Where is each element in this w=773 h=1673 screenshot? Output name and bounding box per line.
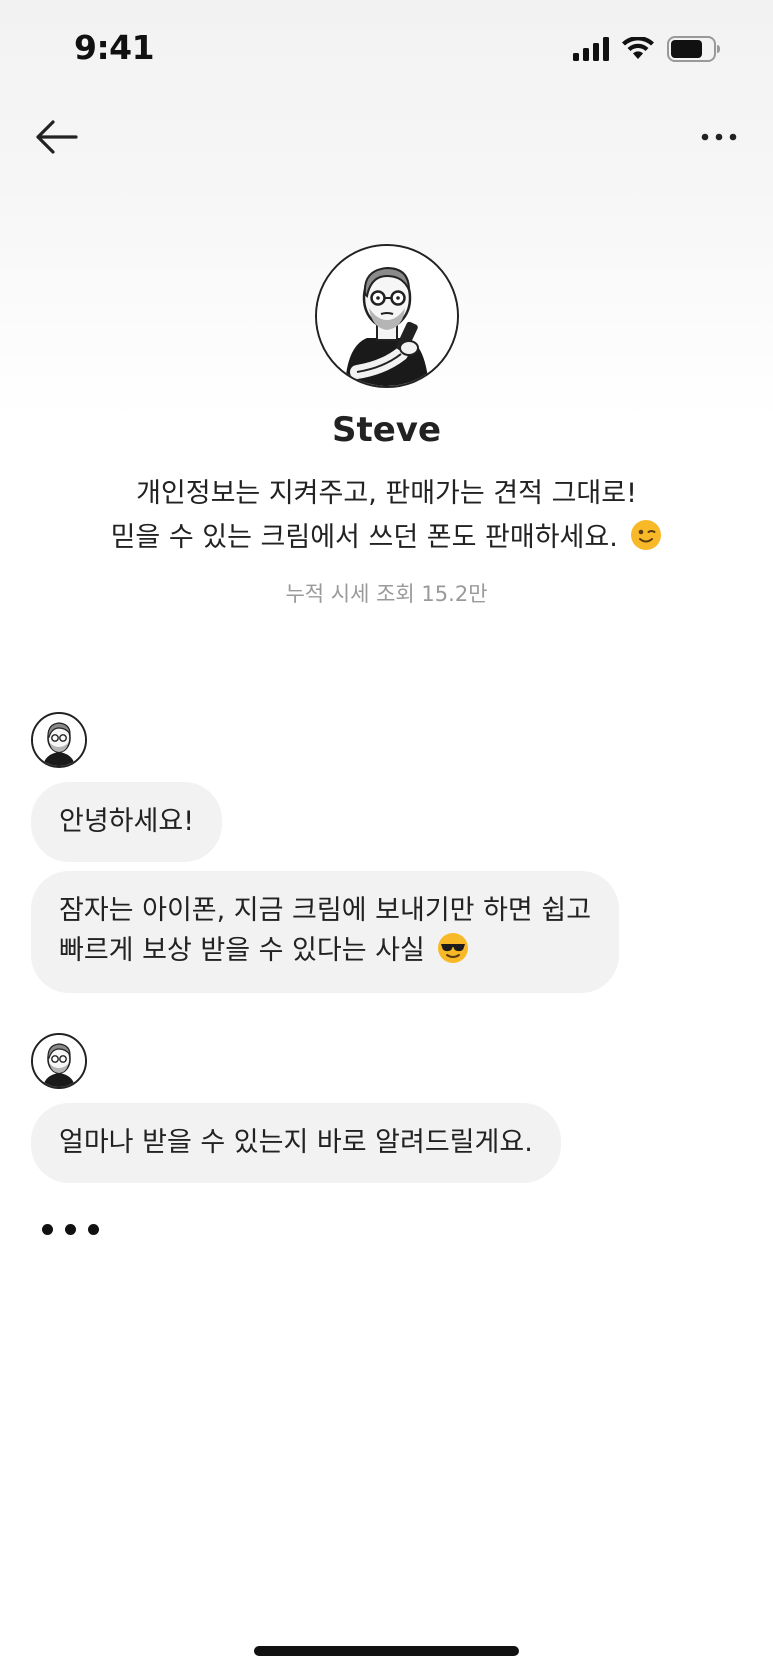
profile-description-line-2-wrap: 믿을 수 있는 크림에서 쓰던 폰도 판매하세요. [0,516,773,560]
message-group: 얼마나 받을 수 있는지 바로 알려드릴게요. [31,1033,741,1183]
message-bubble[interactable]: 잠자는 아이폰, 지금 크림에 보내기만 하면 쉽고 빠르게 보상 받을 수 있… [31,871,620,993]
profile-description: 개인정보는 지켜주고, 판매가는 견적 그대로! 믿을 수 있는 크림에서 쓰던… [0,472,773,560]
back-button[interactable] [30,114,82,160]
steve-avatar-icon [33,714,85,766]
message-row: 잠자는 아이폰, 지금 크림에 보내기만 하면 쉽고 빠르게 보상 받을 수 있… [31,871,741,993]
sunglasses-face-icon [438,933,469,963]
typing-indicator [42,1224,99,1235]
view-count-meta: 누적 시세 조회 15.2만 [285,582,488,606]
profile-description-line-1: 개인정보는 지켜주고, 판매가는 견적 그대로! [136,478,637,509]
wifi-icon [622,37,654,59]
ellipsis-icon [701,133,737,141]
sender-avatar[interactable] [31,1033,87,1089]
message-bubble[interactable]: 얼마나 받을 수 있는지 바로 알려드릴게요. [31,1103,561,1183]
profile-avatar [314,244,459,388]
status-bar: 9:41 [0,0,773,100]
message-row: 얼마나 받을 수 있는지 바로 알려드릴게요. [31,1103,741,1183]
message-line: 빠르게 보상 받을 수 있다는 사실 [59,935,425,966]
profile-section: Steve 개인정보는 지켜주고, 판매가는 견적 그대로! 믿을 수 있는 크… [0,244,773,608]
steve-avatar-illustration [316,246,457,386]
chat-thread: 안녕하세요! 잠자는 아이폰, 지금 크림에 보내기만 하면 쉽고 빠르게 보상… [31,712,741,1183]
battery-icon [667,36,720,62]
sender-avatar[interactable] [31,712,87,768]
message-group: 안녕하세요! 잠자는 아이폰, 지금 크림에 보내기만 하면 쉽고 빠르게 보상… [31,712,741,993]
message-line: 잠자는 아이폰, 지금 크림에 보내기만 하면 쉽고 [59,895,592,926]
nav-bar [0,100,773,176]
status-icons [573,36,721,62]
message-line-wrap: 빠르게 보상 받을 수 있다는 사실 [59,931,591,971]
message-row: 안녕하세요! [31,782,741,862]
profile-description-line-2: 믿을 수 있는 크림에서 쓰던 폰도 판매하세요. [110,522,618,553]
message-bubble[interactable]: 안녕하세요! [31,782,223,862]
status-time: 9:41 [74,28,155,67]
cellular-signal-icon [573,37,609,61]
steve-avatar-icon [33,1035,85,1087]
arrow-left-icon [36,120,78,154]
typing-dot [42,1224,53,1235]
home-indicator[interactable] [254,1646,519,1656]
typing-dot [88,1224,99,1235]
profile-name: Steve [331,410,442,450]
winking-face-icon [631,520,662,550]
more-options-button[interactable] [693,114,745,160]
typing-dot [65,1224,76,1235]
